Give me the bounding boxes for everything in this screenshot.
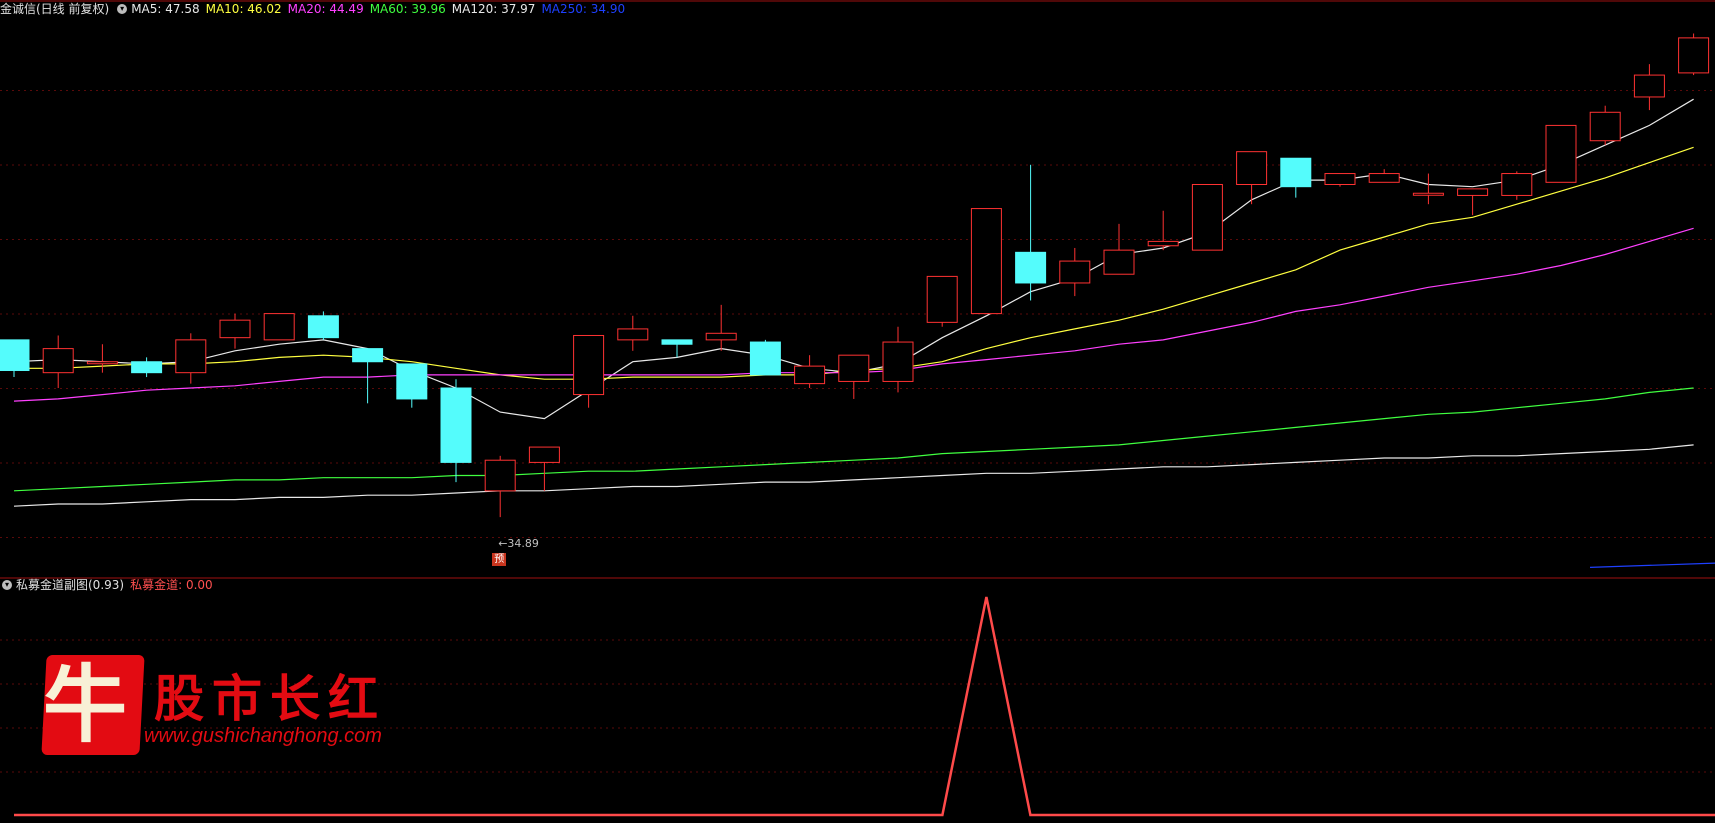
candle	[396, 363, 428, 400]
candle	[1103, 249, 1135, 275]
stock-title: 金诚信(日线 前复权)	[0, 2, 110, 16]
candle	[1059, 260, 1091, 284]
candle	[175, 339, 207, 374]
forecast-badge[interactable]: 预	[492, 553, 507, 567]
bull-logo-icon: 牛	[42, 655, 127, 754]
ma250-line	[1589, 562, 1715, 568]
candle	[749, 341, 781, 376]
ma10-line	[14, 146, 1694, 380]
candle	[573, 334, 605, 396]
candle	[484, 459, 516, 492]
candle	[1412, 192, 1444, 196]
main-chart-header: 金诚信(日线 前复权) ▾ MA5: 47.58 MA10: 46.02 MA2…	[0, 2, 631, 16]
logo-url: www.gushichanghong.com	[144, 725, 382, 747]
candle	[926, 275, 958, 323]
chevron-down-icon[interactable]: ▾	[2, 580, 12, 590]
candle	[1368, 173, 1400, 183]
candle	[440, 387, 472, 463]
candle	[0, 339, 30, 371]
candle	[219, 319, 251, 339]
low-price-marker: ←34.89	[498, 537, 539, 551]
candle	[661, 339, 693, 345]
candle	[705, 332, 737, 341]
ma120-label: MA120: 37.97	[451, 2, 536, 16]
watermark-logo: 牛 股市长红 www.gushichanghong.com	[36, 655, 436, 760]
ma250-label: MA250: 34.90	[541, 2, 626, 16]
candle	[1236, 151, 1268, 185]
candle	[1280, 157, 1312, 188]
sub-chart-title: 私募金道副图(0.93)	[16, 578, 125, 592]
candle	[528, 446, 560, 463]
candle	[970, 208, 1002, 315]
candle	[42, 348, 74, 374]
ma60-line	[13, 387, 1694, 492]
candle	[352, 348, 384, 363]
candle	[86, 361, 118, 365]
candle	[1015, 251, 1047, 284]
candle	[617, 328, 649, 341]
candle	[838, 354, 870, 382]
ma120-line	[13, 444, 1694, 507]
candle	[1147, 240, 1179, 247]
candle	[1191, 183, 1223, 251]
sub-chart-header: ▾ 私募金道副图(0.93) 私募金道: 0.00	[0, 578, 219, 592]
candle	[794, 365, 826, 385]
candle	[882, 341, 914, 382]
ma60-label: MA60: 39.96	[369, 2, 446, 16]
candle	[263, 313, 295, 341]
candle	[1501, 173, 1533, 196]
ma5-label: MA5: 47.58	[131, 2, 200, 16]
candle	[1633, 74, 1665, 98]
candle	[1545, 124, 1577, 183]
candle	[1324, 173, 1356, 185]
ma10-label: MA10: 46.02	[205, 2, 282, 16]
candle	[1589, 111, 1621, 142]
candle	[131, 361, 163, 374]
logo-text: 股市长红	[154, 669, 386, 728]
indicator-label: 私募金道: 0.00	[130, 578, 213, 592]
ma20-label: MA20: 44.49	[287, 2, 364, 16]
candle	[307, 315, 339, 339]
candle	[1457, 188, 1489, 196]
chevron-down-icon[interactable]: ▾	[117, 4, 128, 14]
candle	[1678, 37, 1710, 74]
